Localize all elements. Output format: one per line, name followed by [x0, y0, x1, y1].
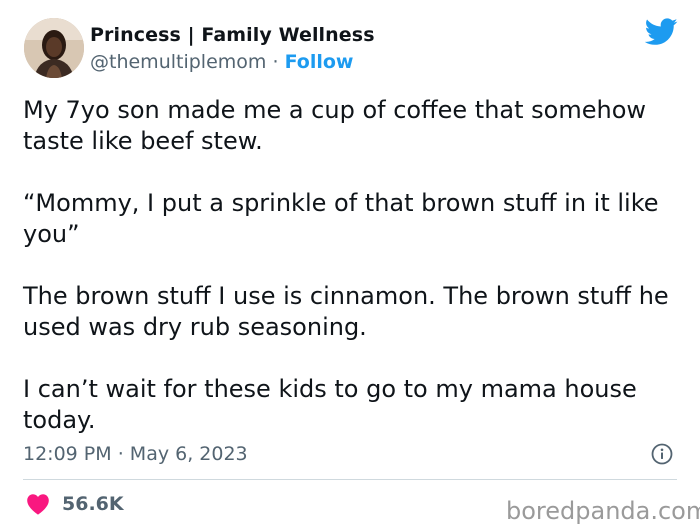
avatar[interactable] — [24, 18, 84, 78]
watermark: boredpanda.com — [506, 497, 700, 525]
follow-button[interactable]: Follow — [285, 51, 354, 73]
like-count: 56.6K — [62, 493, 124, 515]
author-handle[interactable]: @themultiplemom — [90, 51, 266, 73]
like-button[interactable]: 56.6K — [26, 493, 124, 515]
heart-icon — [27, 494, 49, 515]
tweet-paragraph: I can’t wait for these kids to go to my … — [23, 375, 637, 434]
avatar-photo — [24, 18, 84, 78]
tweet-paragraph: “Mommy, I put a sprinkle of that brown s… — [23, 189, 659, 248]
author-display-name[interactable]: Princess | Family Wellness — [90, 24, 375, 46]
divider — [23, 479, 677, 480]
tweet-date: May 6, 2023 — [129, 443, 248, 465]
tweet-timestamp[interactable]: 12:09 PM · May 6, 2023 — [23, 443, 248, 465]
tweet-time: 12:09 PM — [23, 443, 112, 465]
timestamp-separator: · — [117, 443, 124, 465]
twitter-bird-icon[interactable] — [645, 18, 678, 46]
tweet-body: My 7yo son made me a cup of coffee that … — [23, 95, 683, 436]
info-icon[interactable] — [651, 443, 673, 465]
tweet-paragraph: The brown stuff I use is cinnamon. The b… — [23, 282, 669, 341]
tweet-paragraph: My 7yo son made me a cup of coffee that … — [23, 96, 647, 155]
author-handle-line: @themultiplemom · Follow — [90, 51, 353, 73]
handle-separator: · — [272, 51, 279, 73]
